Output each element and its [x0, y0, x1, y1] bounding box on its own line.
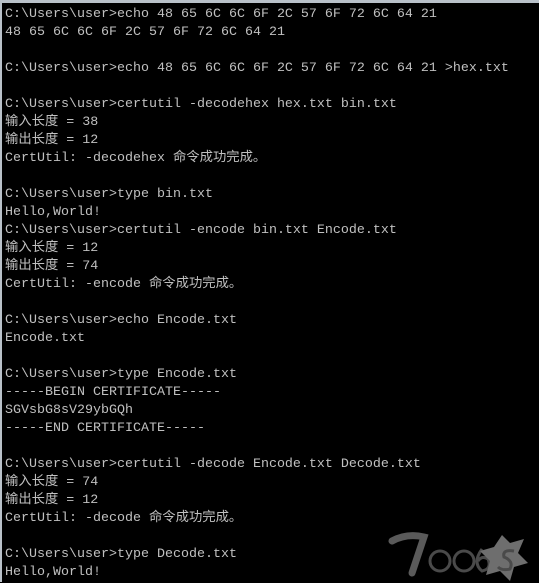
console-window: C:\Users\user>echo 48 65 6C 6C 6F 2C 57 … — [0, 0, 539, 582]
console-line: C:\Users\user>type Encode.txt — [5, 367, 237, 382]
console-line: C:\Users\user>certutil -decode Encode.tx… — [5, 457, 421, 472]
console-line: 输出长度 = 74 — [5, 259, 99, 274]
console-line: C:\Users\user>certutil -decodehex hex.tx… — [5, 97, 397, 112]
console-line: 48 65 6C 6C 6F 2C 57 6F 72 6C 64 21 — [5, 25, 285, 40]
console-line: -----BEGIN CERTIFICATE----- — [5, 385, 221, 400]
console-output[interactable]: C:\Users\user>echo 48 65 6C 6C 6F 2C 57 … — [5, 6, 539, 582]
console-line: -----END CERTIFICATE----- — [5, 421, 205, 436]
console-line: CertUtil: -decodehex 命令成功完成。 — [5, 151, 267, 166]
console-line: Hello,World! — [5, 205, 101, 220]
console-line: SGVsbG8sV29ybGQh — [5, 403, 133, 418]
console-line: C:\Users\user>echo Encode.txt — [5, 313, 237, 328]
console-line: C:\Users\user>type bin.txt — [5, 187, 213, 202]
console-line: Encode.txt — [5, 331, 85, 346]
console-line: 输出长度 = 12 — [5, 133, 99, 148]
console-line: C:\Users\user>echo 48 65 6C 6C 6F 2C 57 … — [5, 61, 509, 76]
console-line: 输出长度 = 12 — [5, 493, 99, 508]
console-line: CertUtil: -encode 命令成功完成。 — [5, 277, 243, 292]
console-line: 输入长度 = 74 — [5, 475, 99, 490]
console-line: 输入长度 = 38 — [5, 115, 99, 130]
console-line: C:\Users\user>certutil -encode bin.txt E… — [5, 223, 397, 238]
watermark-logo — [388, 532, 528, 581]
console-line: C:\Users\user>echo 48 65 6C 6C 6F 2C 57 … — [5, 7, 437, 22]
console-line: 输入长度 = 12 — [5, 241, 99, 256]
